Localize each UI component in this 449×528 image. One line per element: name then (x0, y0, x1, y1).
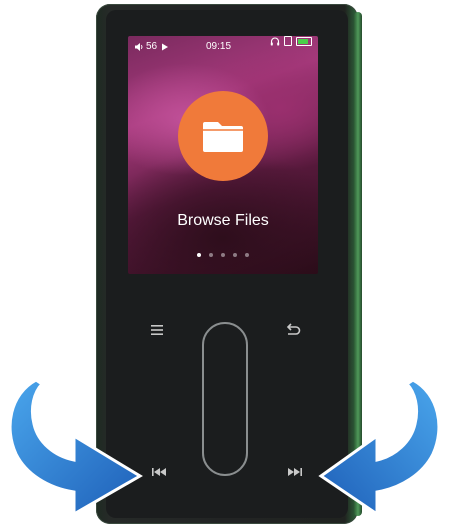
touch-pad[interactable] (202, 322, 248, 476)
player-screen: 56 09:15 Browse Files (128, 36, 318, 274)
page-dot (209, 253, 213, 257)
battery-fill (298, 38, 309, 44)
sd-card-icon (284, 36, 292, 46)
status-time: 09:15 (206, 41, 232, 52)
play-icon (162, 43, 169, 51)
page-dot (233, 253, 237, 257)
status-left: 56 (134, 36, 169, 58)
app-label: Browse Files (177, 212, 269, 229)
battery-icon (296, 36, 312, 46)
next-track-button[interactable] (284, 464, 306, 480)
page-indicator (128, 253, 318, 257)
folder-icon (203, 122, 243, 152)
page-dot (245, 253, 249, 257)
next-track-icon (288, 468, 302, 476)
status-bar: 56 09:15 (128, 36, 318, 58)
left-curved-arrow-icon (8, 378, 143, 517)
menu-icon (151, 325, 163, 335)
headphones-icon (270, 36, 280, 45)
status-right (270, 36, 312, 46)
volume-level: 56 (146, 41, 158, 52)
back-icon (286, 323, 301, 335)
menu-button[interactable] (146, 320, 168, 340)
right-curved-arrow-icon (318, 378, 441, 517)
speaker-icon (135, 43, 143, 51)
page-dot (197, 253, 201, 257)
previous-track-button[interactable] (148, 464, 170, 480)
page-dot (221, 253, 225, 257)
browse-files-button[interactable] (178, 91, 268, 181)
back-button[interactable] (282, 320, 304, 340)
previous-track-icon (152, 468, 166, 476)
